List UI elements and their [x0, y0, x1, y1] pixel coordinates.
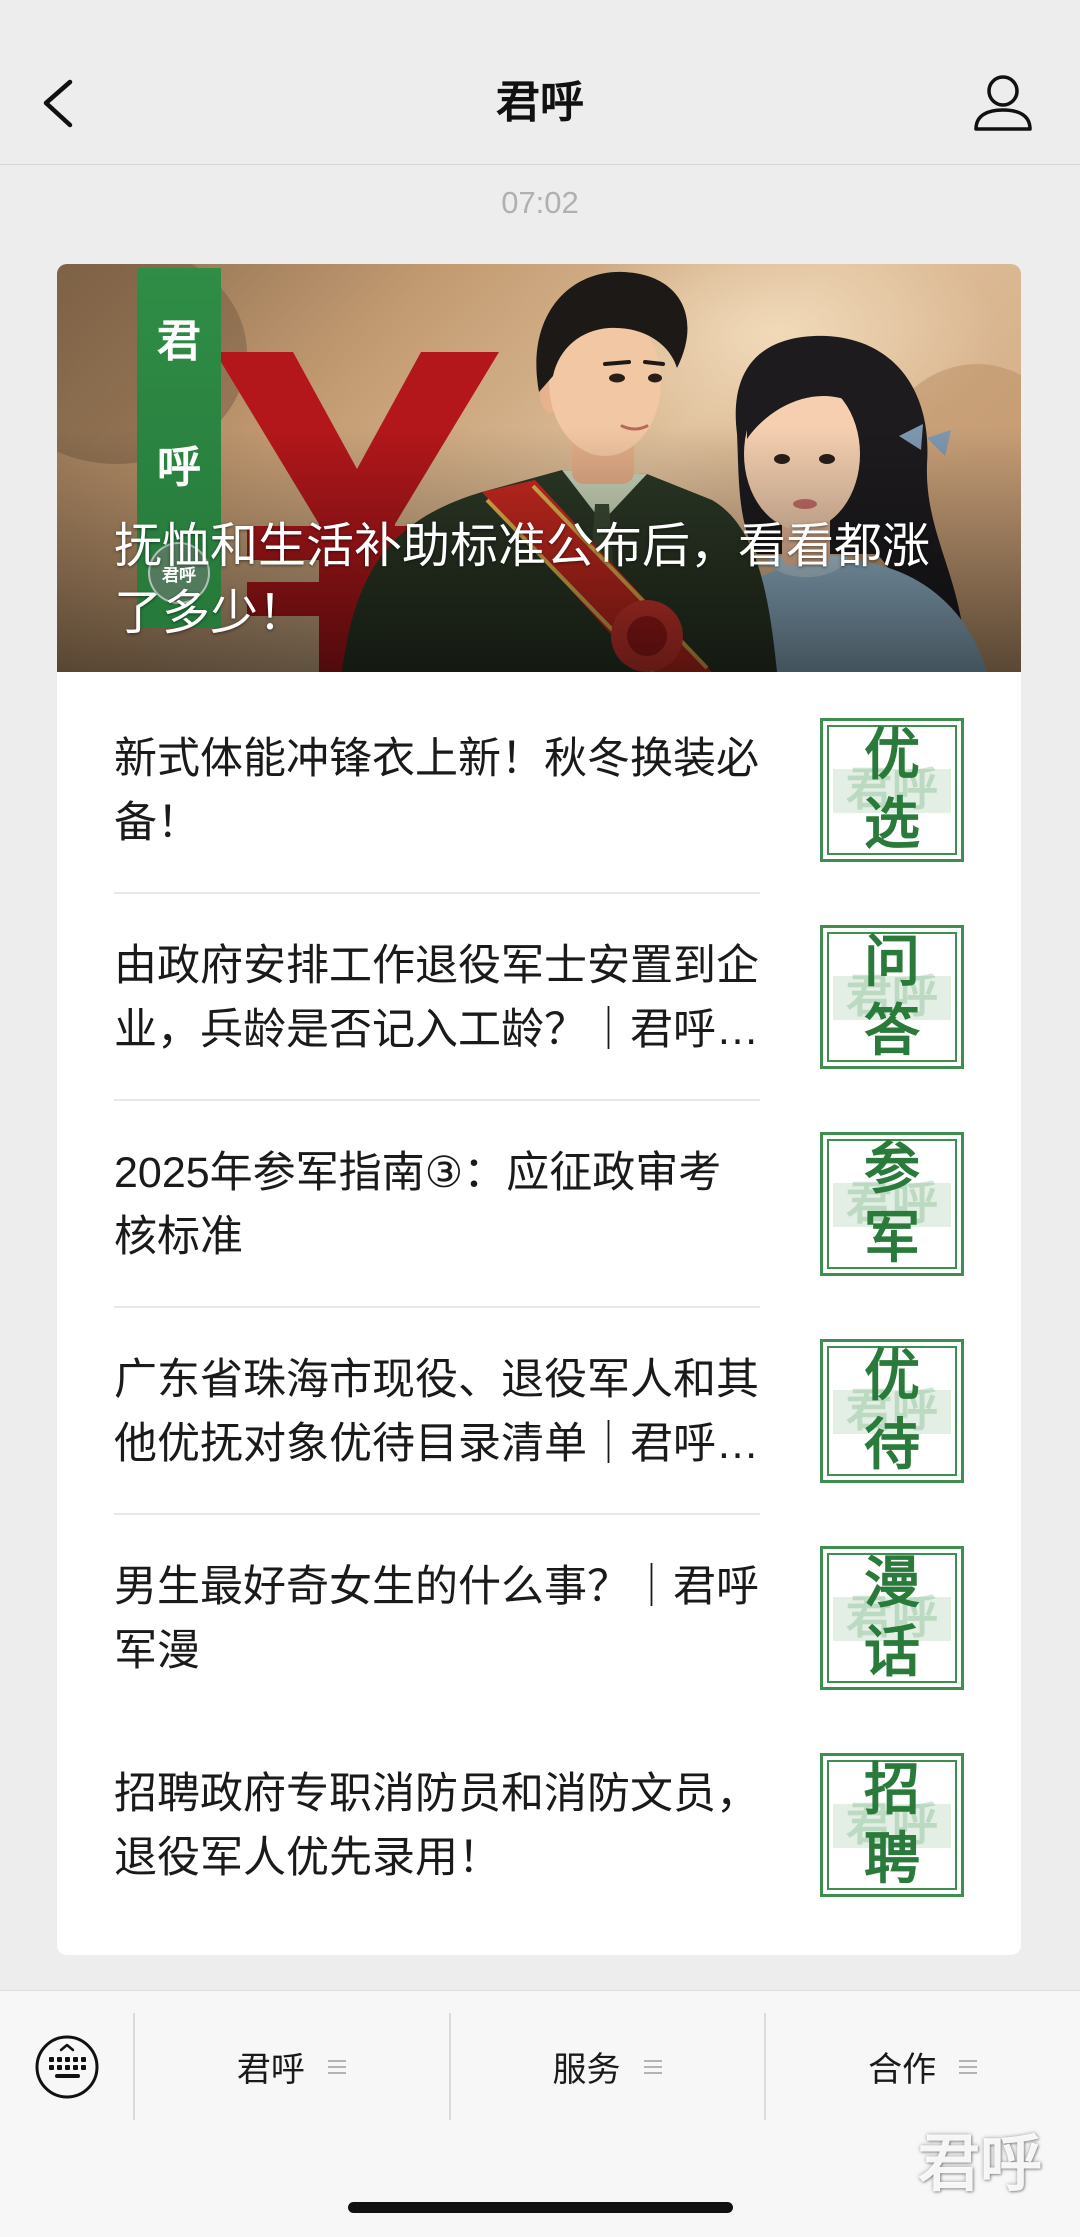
article-item-title: 新式体能冲锋衣上新！秋冬换装必 备！	[114, 727, 766, 855]
article-thumbnail: 君呼 参 军	[820, 1132, 964, 1276]
thumbnail-char: 参	[864, 1137, 920, 1200]
thumbnail-char: 军	[864, 1206, 920, 1269]
article-list: 新式体能冲锋衣上新！秋冬换装必 备！ 君呼 优 选 由政府安排工作退役军士安置到…	[57, 672, 1021, 1929]
menu-lines-icon	[327, 2059, 346, 2074]
title-line: 广东省珠海市现役、退役军人和其	[114, 1355, 759, 1404]
hero-title-line: 了多少！	[114, 587, 307, 640]
title-line: 军漫	[114, 1626, 200, 1675]
title-line: 招聘政府专职消防员和消防文员，	[114, 1769, 759, 1818]
article-item-title: 由政府安排工作退役军士安置到企 业，兵龄是否记入工龄？｜君呼…	[114, 934, 766, 1062]
article-thumbnail: 君呼 优 待	[820, 1339, 964, 1483]
thumbnail-char: 选	[864, 792, 920, 855]
keyboard-toggle-button[interactable]	[0, 2013, 133, 2120]
title-line: 2025年参军指南③：应征政审考	[114, 1148, 722, 1197]
hero-title-line: 抚恤和生活补助标准公布后，看看都涨	[114, 520, 931, 573]
hero-title: 抚恤和生活补助标准公布后，看看都涨 了多少！	[114, 513, 981, 647]
menu-item-label: 合作	[868, 2051, 937, 2089]
article-list-item[interactable]: 广东省珠海市现役、退役军人和其 他优抚对象优待目录清单｜君呼… 君呼 优 待	[57, 1308, 1021, 1515]
thumbnail-char: 聘	[864, 1827, 920, 1890]
thumbnail-char: 招	[864, 1758, 920, 1821]
title-line: 备！	[114, 798, 200, 847]
article-list-item[interactable]: 2025年参军指南③：应征政审考 核标准 君呼 参 军	[57, 1101, 1021, 1308]
thumbnail-char: 话	[864, 1620, 920, 1683]
article-thumbnail: 君呼 漫 话	[820, 1546, 964, 1690]
top-navbar: 君呼	[0, 0, 1080, 165]
article-thumbnail: 君呼 招 聘	[820, 1753, 964, 1897]
article-list-item[interactable]: 招聘政府专职消防员和消防文员， 退役军人优先录用！ 君呼 招 聘	[57, 1722, 1021, 1929]
hero-article[interactable]: 君 呼 君呼 抚恤和生活补助标准公布后，看看都涨 了多少！	[57, 264, 1021, 672]
article-item-title: 2025年参军指南③：应征政审考 核标准	[114, 1141, 766, 1269]
menu-row: 君呼 服务 合作	[0, 2013, 1080, 2120]
article-list-item[interactable]: 由政府安排工作退役军士安置到企 业，兵龄是否记入工龄？｜君呼… 君呼 问 答	[57, 894, 1021, 1101]
thumbnail-char: 问	[864, 930, 920, 993]
person-icon[interactable]	[970, 72, 1036, 134]
message-timestamp: 07:02	[501, 185, 579, 220]
title-line: 核标准	[114, 1212, 243, 1261]
thumbnail-char: 待	[864, 1413, 920, 1476]
title-line: 新式体能冲锋衣上新！秋冬换装必	[114, 734, 759, 783]
image-watermark: 君呼	[918, 2130, 1043, 2199]
keyboard-icon	[35, 2035, 98, 2098]
article-thumbnail: 君呼 优 选	[820, 718, 964, 862]
article-item-title: 广东省珠海市现役、退役军人和其 他优抚对象优待目录清单｜君呼…	[114, 1348, 766, 1476]
menu-item-cooperation[interactable]: 合作	[764, 2013, 1080, 2120]
thumbnail-char: 优	[864, 723, 920, 786]
article-item-title: 招聘政府专职消防员和消防文员， 退役军人优先录用！	[114, 1762, 766, 1890]
home-indicator	[348, 2202, 733, 2213]
article-thumbnail: 君呼 问 答	[820, 925, 964, 1069]
title-line: 退役军人优先录用！	[114, 1833, 501, 1882]
thumbnail-char: 优	[864, 1344, 920, 1407]
menu-lines-icon	[959, 2059, 978, 2074]
title-line: 由政府安排工作退役军士安置到企	[114, 941, 759, 990]
menu-item-services[interactable]: 服务	[448, 2013, 765, 2120]
brand-tag-char: 君	[157, 317, 201, 366]
title-line: 他优抚对象优待目录清单｜君呼…	[114, 1419, 759, 1468]
menu-item-label: 君呼	[236, 2051, 305, 2089]
article-item-title: 男生最好奇女生的什么事？｜君呼 军漫	[114, 1555, 766, 1683]
page-title: 君呼	[496, 78, 584, 127]
title-line: 业，兵龄是否记入工龄？｜君呼…	[114, 1005, 759, 1054]
thumbnail-char: 答	[864, 999, 920, 1062]
menu-item-junhu[interactable]: 君呼	[133, 2013, 449, 2120]
article-list-item[interactable]: 男生最好奇女生的什么事？｜君呼 军漫 君呼 漫 话	[57, 1515, 1021, 1722]
brand-tag-char: 呼	[157, 443, 201, 492]
article-list-item[interactable]: 新式体能冲锋衣上新！秋冬换装必 备！ 君呼 优 选	[57, 687, 1021, 894]
thumbnail-char: 漫	[864, 1551, 920, 1614]
menu-lines-icon	[643, 2059, 662, 2074]
title-line: 男生最好奇女生的什么事？｜君呼	[114, 1562, 759, 1611]
article-card: 君 呼 君呼 抚恤和生活补助标准公布后，看看都涨 了多少！ 新式体能冲锋衣上新！…	[57, 264, 1021, 1955]
menu-item-label: 服务	[552, 2051, 621, 2089]
